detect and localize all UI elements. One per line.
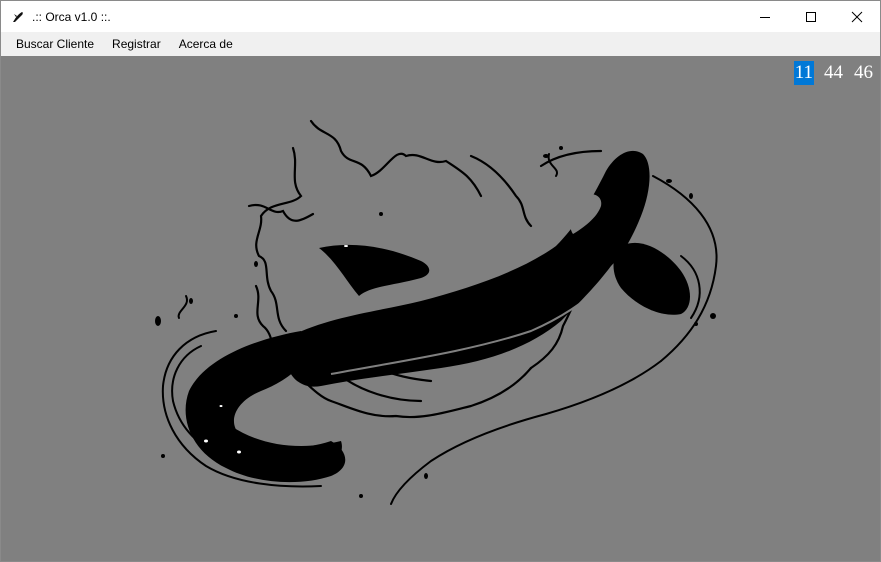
title-bar[interactable]: .:: Orca v1.0 ::. [1, 1, 880, 32]
menu-bar: Buscar Cliente Registrar Acerca de [1, 32, 880, 56]
menu-acerca-de[interactable]: Acerca de [170, 33, 242, 55]
dorsal-fin [319, 244, 430, 296]
maximize-icon [806, 11, 816, 22]
minimize-icon [760, 16, 770, 18]
main-content: 11 44 46 [1, 56, 880, 561]
menu-registrar[interactable]: Registrar [103, 33, 170, 55]
orca-illustration [155, 119, 718, 505]
menu-buscar-cliente[interactable]: Buscar Cliente [7, 33, 103, 55]
maximize-button[interactable] [788, 1, 834, 32]
app-window: .:: Orca v1.0 ::. Buscar Cliente Registr… [0, 0, 881, 562]
close-icon [851, 11, 863, 22]
minimize-button[interactable] [742, 1, 788, 32]
pectoral-fin [613, 242, 690, 315]
orca-icon [13, 11, 23, 22]
close-button[interactable] [834, 1, 880, 32]
window-title: .:: Orca v1.0 ::. [32, 9, 111, 24]
window-controls [742, 1, 880, 32]
